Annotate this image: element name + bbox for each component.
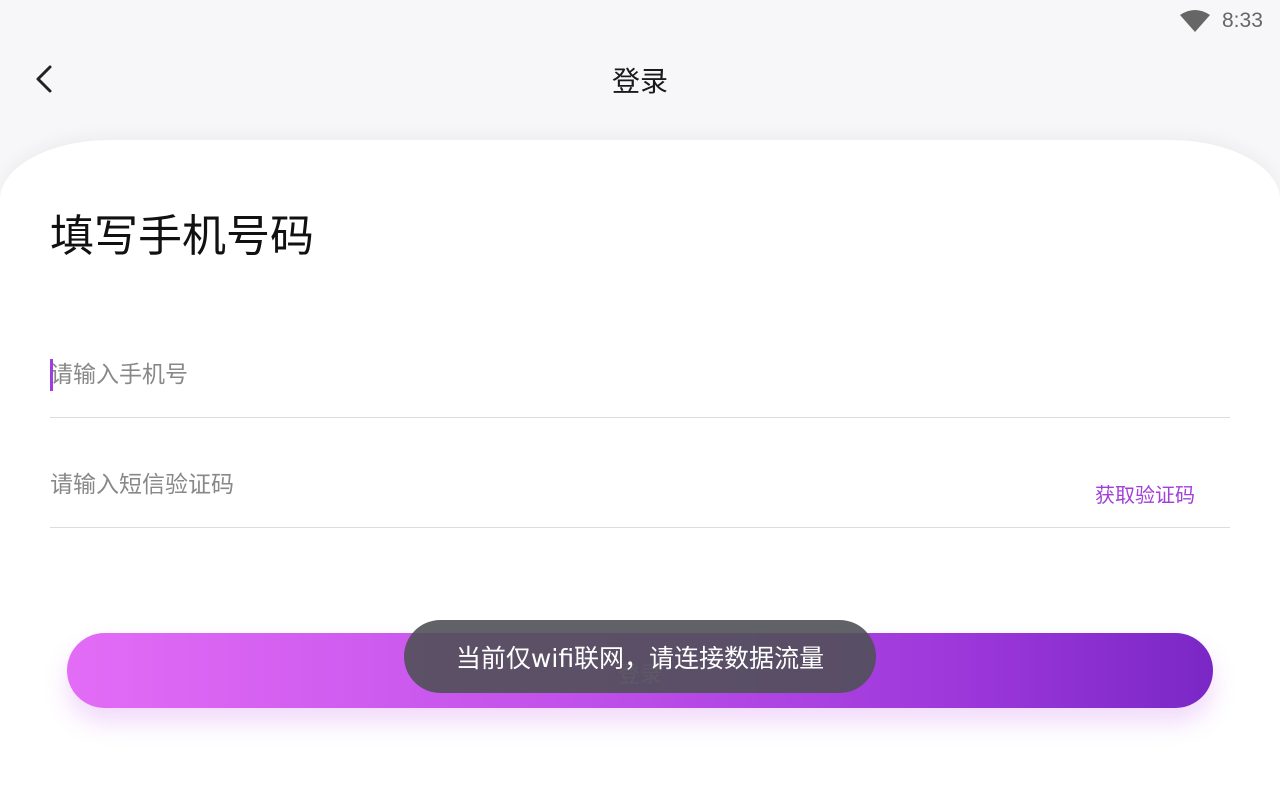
phone-field[interactable] <box>50 345 1230 418</box>
toast: 当前仅wifi联网，请连接数据流量 <box>404 620 876 693</box>
wifi-icon <box>1180 10 1210 32</box>
text-caret <box>50 359 53 391</box>
phone-input[interactable] <box>50 357 950 393</box>
form-heading: 填写手机号码 <box>50 211 314 262</box>
get-code-button[interactable]: 获取验证码 <box>1095 479 1195 508</box>
login-screen: 8:33 登录 填写手机号码 获取验证码 登录 当前仅wifi联网，请连接数据流… <box>0 0 1280 800</box>
sms-code-field[interactable]: 获取验证码 <box>50 455 1230 528</box>
page-title: 登录 <box>611 65 668 98</box>
toast-message: 当前仅wifi联网，请连接数据流量 <box>455 643 825 673</box>
status-bar: 8:33 <box>0 0 1280 44</box>
status-time: 8:33 <box>1222 9 1263 32</box>
sms-code-input[interactable] <box>50 467 950 503</box>
